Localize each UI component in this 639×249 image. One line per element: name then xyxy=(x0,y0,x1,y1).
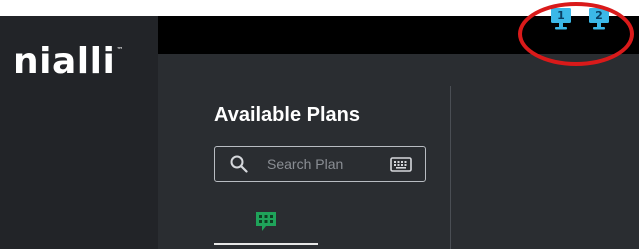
tab-plans-grid[interactable] xyxy=(214,205,318,245)
panel-divider xyxy=(450,86,451,249)
search-icon xyxy=(230,155,248,178)
logo: nialli™ xyxy=(13,44,123,80)
annotation-highlight-circle xyxy=(518,2,634,66)
keyboard-icon[interactable] xyxy=(390,157,412,177)
logo-text: nialli xyxy=(13,41,116,82)
search-input[interactable] xyxy=(267,155,387,173)
grid-chat-icon xyxy=(254,210,278,239)
active-tab-indicator xyxy=(214,243,318,245)
search-box xyxy=(214,146,426,182)
trademark-mark: ™ xyxy=(116,46,124,54)
page-title: Available Plans xyxy=(214,104,360,126)
sidebar: nialli™ xyxy=(0,16,158,249)
